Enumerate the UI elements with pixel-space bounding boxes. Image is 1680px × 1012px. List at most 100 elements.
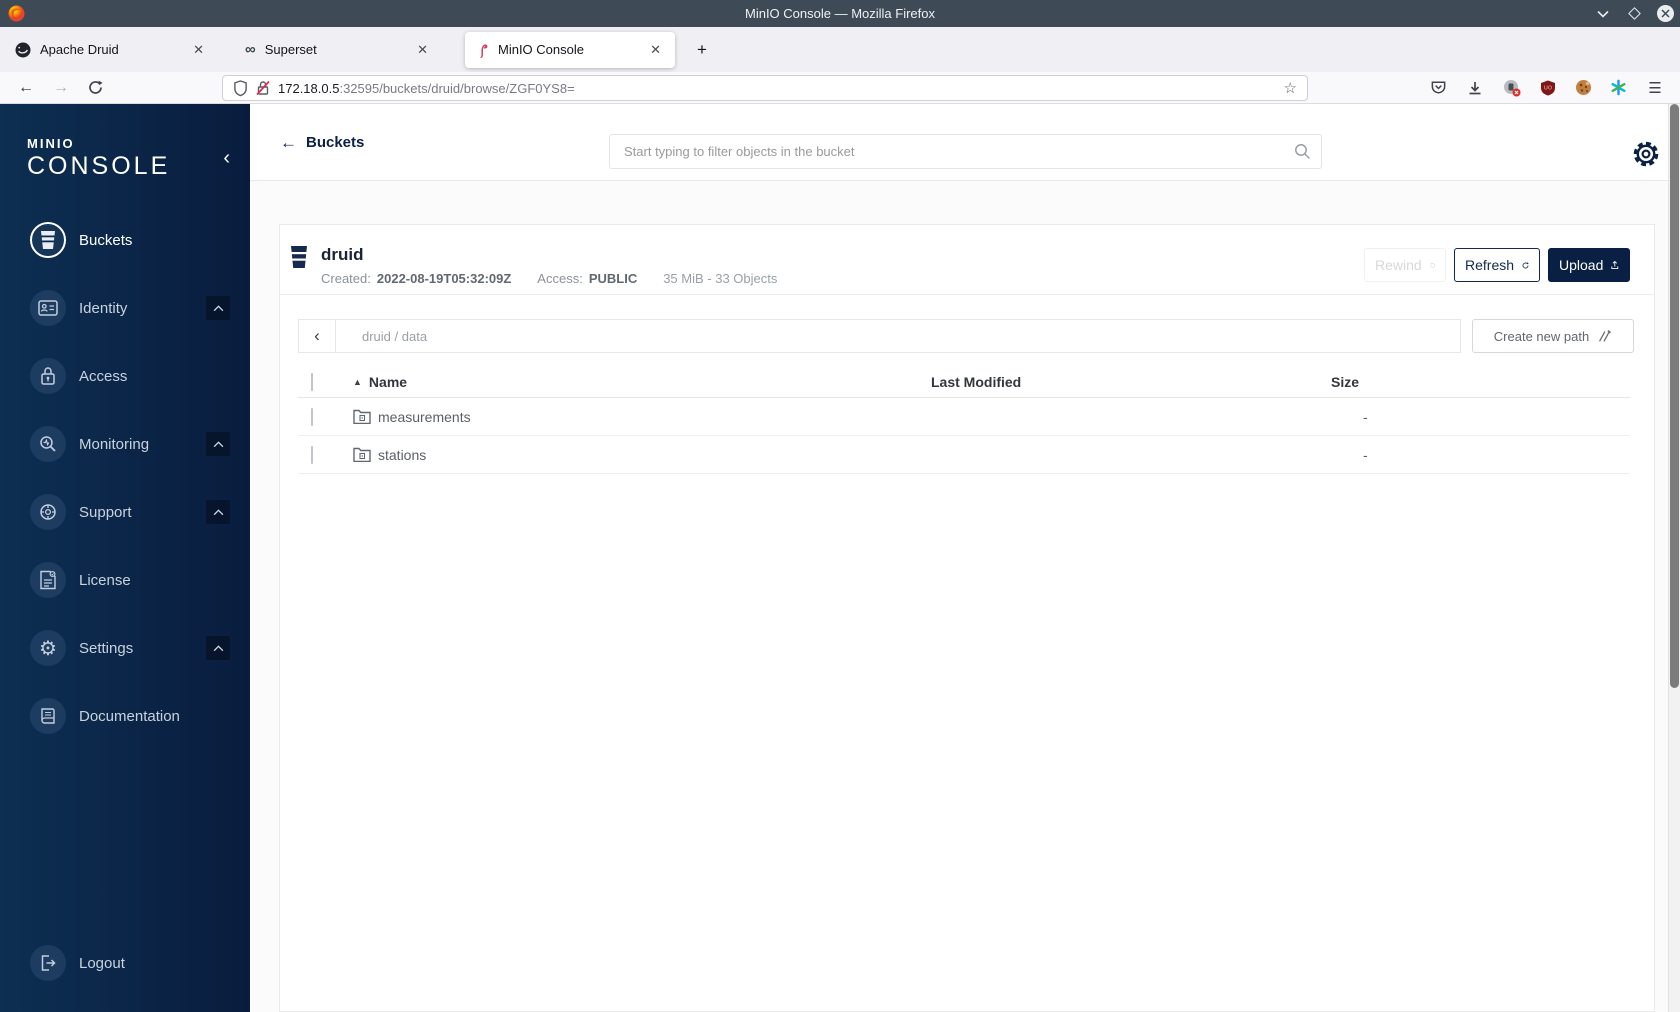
sidebar-item-settings[interactable]: ⚙ Settings	[0, 614, 250, 682]
sidebar-item-support[interactable]: Support	[0, 478, 250, 546]
minio-flamingo-favicon	[475, 42, 489, 58]
sidebar-item-logout[interactable]: Logout	[0, 929, 250, 997]
main-area: ← Buckets druid	[250, 104, 1680, 1012]
sidebar-item-label: Support	[79, 503, 132, 521]
documentation-book-icon	[30, 698, 66, 734]
window-close-button[interactable]	[1656, 5, 1674, 23]
back-to-buckets-link[interactable]: ← Buckets	[280, 104, 364, 181]
table-row[interactable]: stations -	[298, 436, 1630, 474]
sort-asc-icon: ▲	[353, 376, 362, 387]
browser-forward-button[interactable]: →	[47, 72, 75, 103]
create-new-path-label: Create new path	[1493, 328, 1590, 344]
sidebar-item-monitoring[interactable]: Monitoring	[0, 410, 250, 478]
refresh-icon	[1522, 261, 1529, 268]
window-title: MinIO Console — Mozilla Firefox	[745, 6, 935, 21]
support-icon	[30, 494, 66, 530]
new-tab-button[interactable]: +	[689, 38, 715, 62]
bucket-name: druid	[321, 245, 364, 264]
sidebar-item-label: Identity	[79, 299, 128, 317]
console-settings-gear-button[interactable]	[1632, 140, 1660, 173]
column-header-size: Size	[1331, 373, 1360, 390]
sidebar-item-license[interactable]: License	[0, 546, 250, 614]
minio-console-logo: MINIO CONSOLE	[27, 136, 170, 181]
ublock-shield-icon[interactable]: UO	[1534, 72, 1562, 103]
tab-label: Superset	[264, 42, 317, 57]
column-header-name[interactable]: ▲ Name	[346, 374, 931, 390]
sidebar-item-label: Access	[79, 367, 128, 385]
tab-close-button[interactable]: ✕	[646, 40, 665, 60]
create-new-path-button[interactable]: Create new path	[1472, 319, 1634, 353]
sidebar-item-label: Documentation	[79, 707, 180, 725]
sidebar-item-buckets[interactable]: Buckets	[0, 206, 250, 274]
minio-console-app: MINIO CONSOLE ‹ Buckets Identity Access …	[0, 104, 1680, 1012]
object-size: -	[1363, 446, 1368, 463]
upload-button[interactable]: Upload	[1548, 248, 1630, 282]
pocket-icon[interactable]	[1424, 72, 1452, 103]
row-checkbox[interactable]	[311, 407, 313, 426]
asterisk-extension-icon[interactable]	[1604, 72, 1632, 103]
downloads-icon[interactable]	[1461, 72, 1489, 103]
browser-toolbar: ← → 172.18.0.5:32595/buckets/druid/brows…	[0, 72, 1680, 104]
chevron-up-icon[interactable]	[206, 432, 230, 456]
url-path: :32595/buckets/druid/browse/ZGF0YS8=	[339, 80, 575, 96]
sidebar-collapse-icon[interactable]: ‹	[223, 148, 230, 168]
bucket-meta: Created: 2022-08-19T05:32:09Z Access: PU…	[321, 271, 777, 286]
hamburger-menu-icon[interactable]: ☰	[1641, 72, 1669, 103]
filter-objects-input[interactable]	[609, 134, 1322, 169]
table-header-row: ▲ Name Last Modified Size	[298, 366, 1630, 398]
rewind-button[interactable]: Rewind	[1364, 248, 1446, 282]
bucket-summary: druid Created: 2022-08-19T05:32:09Z Acce…	[280, 225, 1654, 295]
created-label: Created:	[321, 271, 371, 286]
cookie-icon[interactable]	[1569, 72, 1597, 103]
access-lock-icon	[30, 358, 66, 394]
object-name: stations	[378, 446, 427, 463]
tab-close-button[interactable]: ✕	[189, 40, 208, 60]
tab-minio-console[interactable]: MinIO Console ✕	[465, 31, 675, 68]
url-bar[interactable]: 172.18.0.5:32595/buckets/druid/browse/ZG…	[222, 75, 1308, 101]
create-path-icon	[1599, 329, 1612, 342]
tracking-shield-icon	[234, 79, 247, 96]
window-minimize-button[interactable]	[1594, 5, 1612, 23]
reload-icon	[88, 80, 103, 94]
close-icon	[1660, 9, 1670, 18]
upload-icon	[1611, 260, 1619, 269]
refresh-label: Refresh	[1465, 257, 1515, 273]
sidebar-item-label: Buckets	[79, 231, 133, 249]
scrollbar-thumb[interactable]	[1670, 104, 1679, 688]
insecure-lock-icon[interactable]	[256, 80, 270, 96]
chevron-down-icon	[1597, 10, 1609, 18]
sidebar-item-identity[interactable]: Identity	[0, 274, 250, 342]
path-navigation: ‹ druid / data Create new path	[298, 319, 1634, 353]
tab-superset[interactable]: ∞ Superset ✕	[235, 32, 442, 68]
sidebar-item-documentation[interactable]: Documentation	[0, 682, 250, 750]
access-value: PUBLIC	[588, 271, 638, 286]
refresh-button[interactable]: Refresh	[1454, 248, 1540, 282]
sidebar-item-label: Monitoring	[79, 435, 150, 453]
chevron-up-icon[interactable]	[206, 296, 230, 320]
column-header-last-modified: Last Modified	[931, 373, 1022, 390]
tab-bar: Apache Druid ✕ ∞ Superset ✕ MinIO Consol…	[0, 27, 1680, 72]
page-scrollbar[interactable]	[1668, 104, 1680, 1012]
bookmark-star-icon[interactable]: ☆	[1284, 79, 1297, 97]
tab-label: Apache Druid	[40, 42, 119, 57]
browser-back-button[interactable]: ←	[12, 72, 40, 103]
sidebar-item-access[interactable]: Access	[0, 342, 250, 410]
select-all-checkbox[interactable]	[311, 372, 313, 391]
browser-reload-button[interactable]	[81, 72, 109, 103]
chevron-up-icon[interactable]	[206, 636, 230, 660]
window-maximize-button[interactable]	[1625, 5, 1643, 23]
row-checkbox[interactable]	[311, 445, 313, 464]
path-back-button[interactable]: ‹	[299, 320, 336, 352]
extension-disabled-icon[interactable]	[1498, 72, 1526, 103]
back-arrow-icon: ←	[280, 132, 297, 152]
gear-icon: ⚙	[30, 630, 66, 666]
svg-text:UO: UO	[1544, 85, 1553, 91]
tab-apache-druid[interactable]: Apache Druid ✕	[5, 32, 218, 68]
monitoring-icon	[30, 426, 66, 462]
table-row[interactable]: measurements -	[298, 398, 1630, 436]
chevron-up-icon[interactable]	[206, 500, 230, 524]
bucket-actions: Rewind Refresh Upload	[1364, 248, 1630, 294]
created-value: 2022-08-19T05:32:09Z	[376, 271, 512, 286]
tab-close-button[interactable]: ✕	[413, 40, 432, 60]
sidebar: MINIO CONSOLE ‹ Buckets Identity Access …	[0, 104, 250, 1012]
